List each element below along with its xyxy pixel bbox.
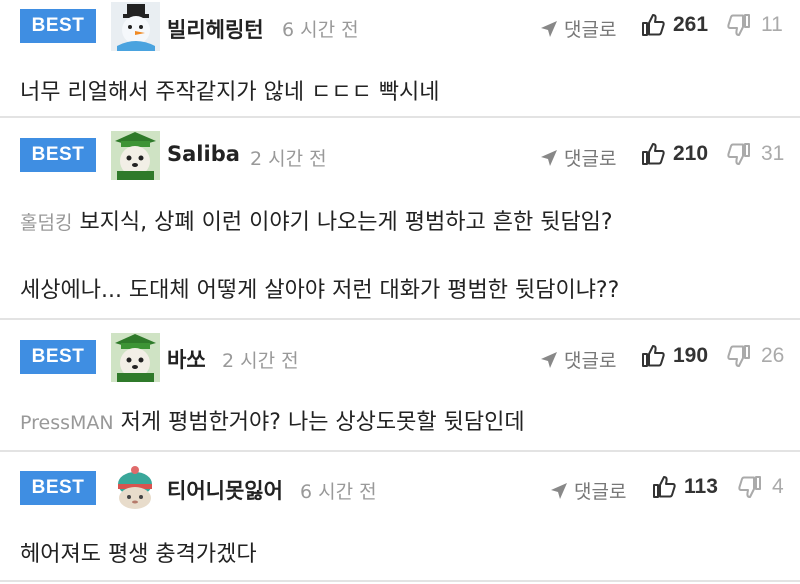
thumbs-down-icon	[727, 143, 750, 165]
reply-label: 댓글로	[564, 350, 617, 372]
nickname[interactable]: Saliba	[167, 142, 240, 166]
comment-text: 헤어져도 평생 충격가겠다	[20, 542, 257, 567]
nickname[interactable]: 티어니못잃어	[167, 475, 283, 505]
comment-item: BEST 티어니못잃어 6 시간 전 댓글로 113 4 헤어져도 평생 충격가…	[0, 454, 800, 582]
like-count: 190	[673, 344, 709, 367]
comment-line: 보지식, 상폐 이런 이야기 나오는게 평범하고 흔한 뒷담임?	[79, 210, 613, 235]
thumbs-down-icon	[727, 14, 750, 36]
comment-text: 너무 리얼해서 주작같지가 않네 ㄷㄷㄷ 빡시네	[20, 80, 440, 105]
reply-arrow-icon	[551, 483, 567, 499]
timestamp: 6 시간 전	[300, 481, 377, 503]
reply-label: 댓글로	[574, 481, 627, 503]
comment-text: 홀덤킹 보지식, 상폐 이런 이야기 나오는게 평범하고 흔한 뒷담임?	[20, 204, 613, 236]
mention-tag[interactable]: PressMAN	[20, 412, 114, 434]
reply-arrow-icon	[541, 352, 557, 368]
snowman-avatar[interactable]	[111, 2, 160, 51]
comment-header: BEST 빌리헤링턴 6 시간 전 댓글로 261 11	[0, 0, 800, 60]
best-badge: BEST	[20, 138, 96, 172]
best-badge: BEST	[20, 9, 96, 43]
dislike-count: 4	[772, 475, 784, 498]
reply-button[interactable]: 댓글로	[540, 15, 616, 42]
comment-item: BEST 바쏘 2 시간 전 댓글로 190 26 PressMAN 저게 평범…	[0, 322, 800, 452]
timestamp: 6 시간 전	[282, 19, 359, 41]
comment-item: BEST 빌리헤링턴 6 시간 전 댓글로 261 11 너무 리얼해서 주작같…	[0, 0, 800, 118]
timestamp: 2 시간 전	[222, 350, 299, 372]
thumbs-up-icon	[642, 143, 665, 165]
like-button[interactable]: 210	[641, 142, 708, 166]
comment-item: BEST Saliba 2 시간 전 댓글로 210 31 홀덤킹 보지식, 상…	[0, 120, 800, 320]
dislike-button[interactable]: 11	[727, 13, 783, 37]
reply-button[interactable]: 댓글로	[540, 144, 616, 171]
thumbs-up-icon	[642, 14, 665, 36]
reply-label: 댓글로	[564, 148, 617, 170]
best-badge: BEST	[20, 471, 96, 505]
thumbs-down-icon	[727, 345, 750, 367]
dislike-button[interactable]: 31	[727, 142, 784, 166]
nickname[interactable]: 바쏘	[167, 344, 206, 374]
comment-list: BEST 빌리헤링턴 6 시간 전 댓글로 261 11 너무 리얼해서 주작같…	[0, 0, 800, 584]
like-count: 210	[673, 142, 709, 165]
comment-text: PressMAN 저게 평범한거야? 나는 상상도못할 뒷담인데	[20, 404, 525, 436]
thumbs-up-icon	[653, 476, 676, 498]
dislike-button[interactable]: 4	[738, 475, 784, 499]
thumbs-up-icon	[642, 345, 665, 367]
like-button[interactable]: 261	[641, 13, 708, 37]
knit-hat-avatar[interactable]	[111, 464, 160, 513]
dislike-count: 26	[761, 344, 785, 367]
comment-header: BEST 바쏘 2 시간 전 댓글로 190 26	[0, 322, 800, 382]
comment-line: 세상에나... 도대체 어떻게 살아야 저런 대화가 평범한 뒷담이냐??	[20, 278, 620, 303]
reply-arrow-icon	[541, 21, 557, 37]
like-button[interactable]: 113	[652, 475, 718, 499]
comment-header: BEST 티어니못잃어 6 시간 전 댓글로 113 4	[0, 454, 800, 514]
dislike-button[interactable]: 26	[727, 344, 784, 368]
comment-header: BEST Saliba 2 시간 전 댓글로 210 31	[0, 120, 800, 180]
dislike-count: 11	[761, 13, 783, 36]
like-button[interactable]: 190	[641, 344, 708, 368]
reply-button[interactable]: 댓글로	[540, 346, 616, 373]
reply-arrow-icon	[541, 150, 557, 166]
reply-button[interactable]: 댓글로	[550, 477, 626, 504]
mention-tag[interactable]: 홀덤킹	[20, 212, 72, 234]
dog-avatar[interactable]	[111, 333, 160, 382]
dog-avatar[interactable]	[111, 131, 160, 180]
best-badge: BEST	[20, 340, 96, 374]
like-count: 113	[684, 475, 718, 498]
dislike-count: 31	[761, 142, 785, 165]
thumbs-down-icon	[738, 476, 761, 498]
comment-line: 저게 평범한거야? 나는 상상도못할 뒷담인데	[120, 410, 525, 435]
like-count: 261	[673, 13, 709, 36]
reply-label: 댓글로	[564, 19, 617, 41]
timestamp: 2 시간 전	[250, 148, 327, 170]
nickname[interactable]: 빌리헤링턴	[167, 14, 264, 44]
